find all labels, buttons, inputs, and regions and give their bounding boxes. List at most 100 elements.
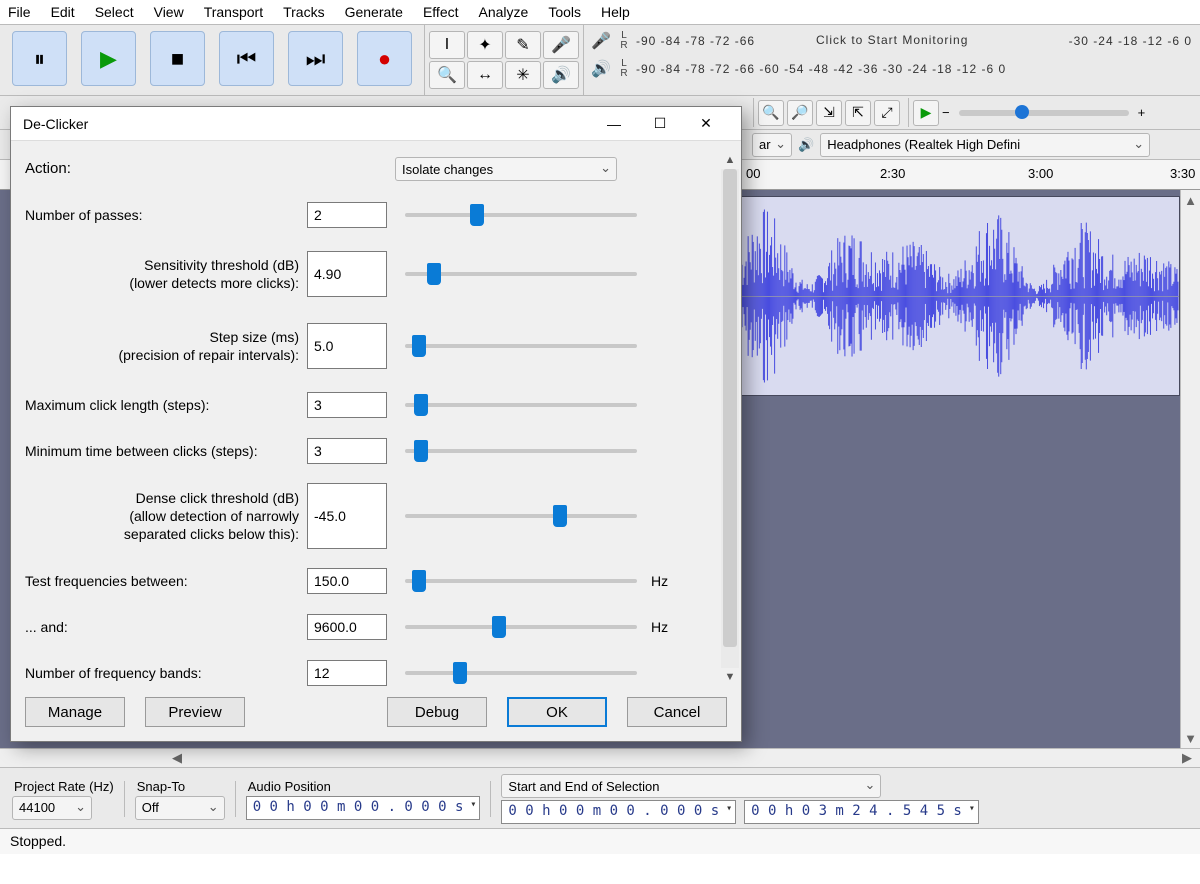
debug-button[interactable]: Debug [387, 697, 487, 727]
param-label: Test frequencies between: [25, 572, 307, 590]
timeshift-tool-icon[interactable]: ↔ [467, 61, 503, 89]
recording-device-combo-tail[interactable]: ar [752, 133, 792, 157]
waveform-clip[interactable] [740, 196, 1180, 396]
param-input[interactable] [307, 660, 387, 686]
menu-tools[interactable]: Tools [548, 4, 581, 20]
selection-toolbar: Project Rate (Hz) 44100 Snap-To Off Audi… [0, 768, 1200, 828]
scroll-up-icon[interactable]: ▲ [1181, 190, 1200, 210]
ok-button[interactable]: OK [507, 697, 607, 727]
fit-project-icon[interactable]: ⇱ [845, 100, 871, 126]
skip-start-button[interactable]: ⏮ [219, 31, 274, 86]
selection-end-input[interactable]: 0 0 h 0 3 m 2 4 . 5 4 5 s [744, 800, 979, 824]
preview-button[interactable]: Preview [145, 697, 245, 727]
param-input[interactable] [307, 202, 387, 228]
param-label: Step size (ms)(precision of repair inter… [25, 328, 307, 364]
project-rate-combo[interactable]: 44100 [12, 796, 92, 820]
speaker-meter-icon: 🔊 [590, 59, 612, 79]
param-input[interactable] [307, 323, 387, 369]
speed-plus-icon: + [1138, 105, 1146, 120]
rec-meter-scale-head: -90 -84 -78 -72 -66 [636, 34, 755, 48]
horizontal-scrollbar[interactable]: ◀ ▶ [0, 748, 1200, 768]
param-input[interactable] [307, 483, 387, 549]
param-slider[interactable] [405, 625, 637, 629]
param-input[interactable] [307, 614, 387, 640]
zoom-tool-icon[interactable]: 🔍 [429, 61, 465, 89]
param-slider[interactable] [405, 671, 637, 675]
playback-speed-slider[interactable] [959, 110, 1129, 116]
tools-grid: I ✦ ✎ 🎤 🔍 ↔ ✳ 🔊 [424, 25, 583, 95]
snap-to-combo[interactable]: Off [135, 796, 225, 820]
menu-file[interactable]: File [8, 4, 31, 20]
audio-position-label: Audio Position [246, 779, 481, 794]
dialog-scrollbar[interactable]: ▲ ▼ [721, 151, 739, 686]
play-at-speed-button[interactable]: ▶ [913, 100, 939, 126]
transport-toolbar: ⏸ ▶ ■ ⏮ ⏭ ● I ✦ ✎ 🎤 🔍 ↔ ✳ 🔊 🎤 L R -90 -8… [0, 24, 1200, 96]
action-combo[interactable]: Isolate changes [395, 157, 617, 181]
menu-view[interactable]: View [154, 4, 184, 20]
dialog-scroll-up-icon[interactable]: ▲ [721, 151, 739, 169]
dialog-scroll-down-icon[interactable]: ▼ [721, 668, 739, 686]
menu-analyze[interactable]: Analyze [479, 4, 529, 20]
speaker-icon[interactable]: 🔊 [543, 61, 579, 89]
param-slider[interactable] [405, 344, 637, 348]
zoom-toggle-icon[interactable]: ⤢ [874, 100, 900, 126]
param-slider[interactable] [405, 514, 637, 518]
param-label: Number of passes: [25, 206, 307, 224]
cancel-button[interactable]: Cancel [627, 697, 727, 727]
playback-device-combo[interactable]: Headphones (Realtek High Defini [820, 133, 1150, 157]
zoom-in-icon[interactable]: 🔍 [758, 100, 784, 126]
playback-meter[interactable]: 🔊 L R -90 -84 -78 -72 -66 -60 -54 -48 -4… [590, 55, 1194, 83]
recording-meter[interactable]: 🎤 L R -90 -84 -78 -72 -66 Click to Start… [590, 27, 1194, 55]
menu-bar: File Edit Select View Transport Tracks G… [0, 0, 1200, 24]
audio-position-input[interactable]: 0 0 h 0 0 m 0 0 . 0 0 0 s [246, 796, 481, 820]
window-maximize-button[interactable]: ☐ [637, 108, 683, 140]
manage-button[interactable]: Manage [25, 697, 125, 727]
speed-minus-icon: − [942, 105, 950, 120]
play-button[interactable]: ▶ [81, 31, 136, 86]
record-button[interactable]: ● [357, 31, 412, 86]
menu-tracks[interactable]: Tracks [283, 4, 324, 20]
project-rate-label: Project Rate (Hz) [12, 779, 114, 794]
draw-tool-icon[interactable]: ✎ [505, 31, 541, 59]
menu-transport[interactable]: Transport [204, 4, 263, 20]
skip-end-button[interactable]: ⏭ [288, 31, 343, 86]
pause-button[interactable]: ⏸ [12, 31, 67, 86]
scroll-down-icon[interactable]: ▼ [1181, 728, 1200, 748]
menu-help[interactable]: Help [601, 4, 630, 20]
param-slider[interactable] [405, 213, 637, 217]
param-input[interactable] [307, 392, 387, 418]
menu-edit[interactable]: Edit [51, 4, 75, 20]
scroll-left-icon[interactable]: ◀ [168, 750, 186, 766]
param-slider[interactable] [405, 449, 637, 453]
menu-select[interactable]: Select [95, 4, 134, 20]
menu-effect[interactable]: Effect [423, 4, 459, 20]
mic-icon[interactable]: 🎤 [543, 31, 579, 59]
selection-tool-icon[interactable]: I [429, 31, 465, 59]
param-units: Hz [651, 573, 668, 589]
status-bar: Stopped. [0, 828, 1200, 854]
vertical-scrollbar[interactable]: ▲ ▼ [1180, 190, 1200, 748]
stop-button[interactable]: ■ [150, 31, 205, 86]
scroll-right-icon[interactable]: ▶ [1178, 750, 1196, 766]
param-input[interactable] [307, 251, 387, 297]
fit-selection-icon[interactable]: ⇲ [816, 100, 842, 126]
zoom-out-icon[interactable]: 🔎 [787, 100, 813, 126]
param-slider[interactable] [405, 403, 637, 407]
multi-tool-icon[interactable]: ✳ [505, 61, 541, 89]
param-slider[interactable] [405, 272, 637, 276]
menu-generate[interactable]: Generate [345, 4, 403, 20]
envelope-tool-icon[interactable]: ✦ [467, 31, 503, 59]
selection-mode-combo[interactable]: Start and End of Selection [501, 774, 881, 798]
param-label: Maximum click length (steps): [25, 396, 307, 414]
snap-to-label: Snap-To [135, 779, 225, 794]
meter-lr-label: L R [618, 31, 630, 51]
rec-meter-click-label[interactable]: Click to Start Monitoring [816, 33, 968, 47]
window-close-button[interactable]: ✕ [683, 108, 729, 140]
param-slider[interactable] [405, 579, 637, 583]
selection-start-input[interactable]: 0 0 h 0 0 m 0 0 . 0 0 0 s [501, 800, 736, 824]
window-minimize-button[interactable]: — [591, 108, 637, 140]
param-input[interactable] [307, 568, 387, 594]
param-label: Sensitivity threshold (dB)(lower detects… [25, 256, 307, 292]
param-input[interactable] [307, 438, 387, 464]
play-meter-scale: -90 -84 -78 -72 -66 -60 -54 -48 -42 -36 … [636, 62, 1194, 76]
